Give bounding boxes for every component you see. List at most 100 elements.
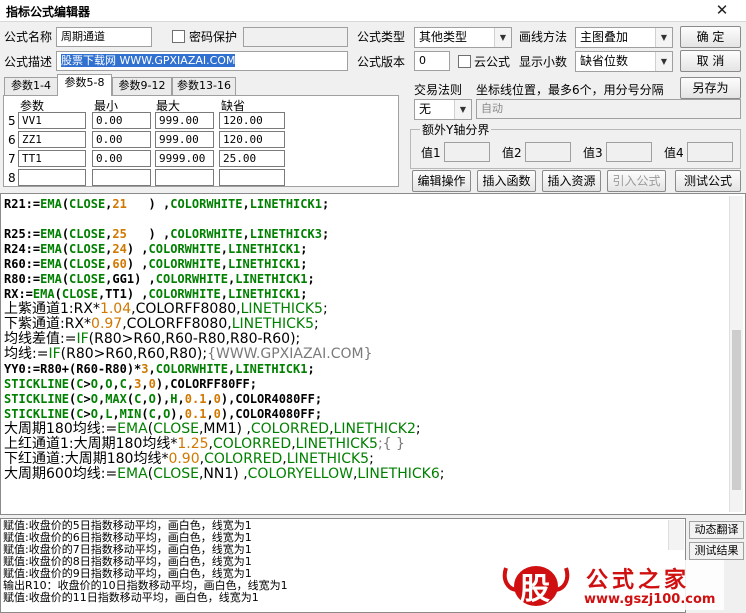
code-token: 上紫通道1:RX* [4, 301, 100, 317]
insert-function-button[interactable]: 插入函数 [477, 170, 536, 192]
formula-desc-input[interactable]: 股票下载网 WWW.GPXIAZAI.COM [56, 51, 348, 71]
draw-method-value: 主图叠加 [580, 30, 629, 44]
code-line: R25:=EMA(CLOSE,25 ) ,COLORWHITE,LINETHIC… [4, 227, 329, 242]
param-default-cell[interactable] [219, 169, 285, 186]
code-token: R21:= [4, 197, 41, 211]
code-token: C [119, 377, 127, 391]
code-token: LINETHICK6 [357, 466, 440, 482]
code-token: LINETHICK1 [228, 257, 301, 271]
code-token: O [90, 377, 98, 391]
formula-name-input[interactable]: 周期通道 [56, 27, 152, 47]
param-name-cell[interactable]: TT1 [18, 150, 86, 167]
code-token: ) , [126, 227, 171, 241]
code-token: ; [300, 287, 308, 301]
password-label: 密码保护 [189, 30, 238, 44]
password-checkbox[interactable] [172, 30, 185, 43]
ok-button[interactable]: 确 定 [680, 26, 741, 48]
insert-resource-button[interactable]: 插入资源 [542, 170, 601, 192]
code-token: ; [369, 451, 374, 467]
edit-operations-button[interactable]: 编辑操作 [412, 170, 471, 192]
code-token: 大周期600均线:= [4, 466, 118, 482]
output-scrollbar[interactable] [668, 520, 684, 550]
coord-lines-input[interactable]: 自动 [476, 99, 741, 119]
code-token: O [90, 392, 98, 406]
code-token: ,TT1) , [97, 287, 149, 301]
code-token: CLOSE [153, 421, 199, 437]
code-token: STICKLINE [4, 392, 70, 406]
tab-params-1-4[interactable]: 参数1-4 [4, 77, 58, 95]
save-as-button[interactable]: 另存为 [680, 77, 741, 99]
password-input[interactable] [243, 27, 348, 47]
code-token: O [148, 392, 156, 406]
code-token: 1.25 [177, 436, 209, 452]
param-min-cell[interactable]: 0.00 [92, 131, 151, 148]
code-token: LINETHICK1 [235, 362, 308, 376]
draw-method-select[interactable]: 主图叠加 ▼ [575, 27, 673, 48]
cloud-formula-checkbox[interactable] [458, 55, 471, 68]
code-token: ,COLORFF8080, [122, 316, 232, 332]
code-token: LINETHICK5 [286, 451, 370, 467]
code-token: IF [48, 346, 61, 362]
trade-rule-select[interactable]: 无 ▼ [414, 99, 472, 120]
param-max-cell[interactable]: 999.00 [155, 112, 214, 129]
code-line: R80:=EMA(CLOSE,GG1) ,COLORWHITE,LINETHIC… [4, 272, 315, 287]
title-bar: 指标公式编辑器 ✕ [0, 0, 746, 22]
code-token: EMA [32, 287, 55, 301]
code-token: 60 [112, 257, 127, 271]
code-line: YY0:=R80+(R60-R80)*3,COLORWHITE,LINETHIC… [4, 362, 315, 377]
code-token: ) , [126, 197, 171, 211]
code-token: ( [61, 272, 70, 286]
code-token: ( [141, 407, 149, 421]
yaxis-value4-label: 值4 [664, 146, 684, 160]
draw-method-label: 画线方法 [519, 30, 568, 44]
code-token: ( [61, 227, 70, 241]
dynamic-translate-button[interactable]: 动态翻译 [689, 521, 744, 539]
code-token: ) , [126, 257, 149, 271]
import-formula-button[interactable]: 引入公式 [607, 170, 666, 192]
decimals-select[interactable]: 缺省位数 ▼ [575, 51, 673, 72]
yaxis-value2-input[interactable] [525, 142, 571, 162]
code-token: ; [321, 227, 330, 241]
code-token: LINETHICK5 [231, 316, 315, 332]
param-min-cell[interactable]: 0.00 [92, 112, 151, 129]
code-token: 均线:= [4, 346, 49, 362]
param-max-cell[interactable] [155, 169, 214, 186]
param-min-cell[interactable] [92, 169, 151, 186]
tab-params-9-12[interactable]: 参数9-12 [112, 77, 172, 95]
code-token: , [141, 392, 149, 406]
code-token: ; [321, 197, 330, 211]
code-token: 0 [213, 392, 221, 406]
close-icon[interactable]: ✕ [708, 1, 736, 20]
formula-version-input[interactable]: 0 [414, 51, 450, 71]
tab-params-13-16[interactable]: 参数13-16 [172, 77, 236, 95]
param-name-cell[interactable] [18, 169, 86, 186]
param-name-cell[interactable]: ZZ1 [18, 131, 86, 148]
code-token: , [220, 287, 229, 301]
code-token: , [112, 407, 120, 421]
yaxis-value3-input[interactable] [606, 142, 652, 162]
formula-type-select[interactable]: 其他类型 ▼ [414, 27, 512, 48]
param-name-cell[interactable]: VV1 [18, 112, 86, 129]
code-line: STICKLINE(C>O,L,MIN(C,O),0.1,0),COLOR408… [4, 407, 322, 422]
test-formula-button[interactable]: 测试公式 [675, 170, 741, 192]
yaxis-value4-input[interactable] [687, 142, 733, 162]
code-line: 大周期600均线:=EMA(CLOSE,NN1) ,COLORYELLOW,LI… [4, 467, 444, 482]
param-default-cell[interactable]: 120.00 [219, 112, 285, 129]
param-max-cell[interactable]: 9999.00 [155, 150, 214, 167]
code-token: STICKLINE [4, 377, 70, 391]
cancel-button[interactable]: 取 消 [680, 50, 741, 72]
tab-params-5-8[interactable]: 参数5-8 [57, 74, 112, 96]
code-line: STICKLINE(C>O,O,C,3,0),COLORFF80FF; [4, 377, 257, 392]
yaxis-value1-input[interactable] [444, 142, 490, 162]
code-line: 下紫通道:RX*0.97,COLORFF8080,LINETHICK5; [4, 317, 319, 332]
code-token: , [206, 392, 214, 406]
param-min-cell[interactable]: 0.00 [92, 150, 151, 167]
test-result-button[interactable]: 测试结果 [689, 542, 744, 560]
param-default-cell[interactable]: 25.00 [219, 150, 285, 167]
param-default-cell[interactable]: 120.00 [219, 131, 285, 148]
code-token: COLORRED [204, 451, 283, 467]
param-max-cell[interactable]: 999.00 [155, 131, 214, 148]
code-token: R25:= [4, 227, 41, 241]
code-line: 均线:=IF(R80>R60,R60,R80);{WWW.GPXIAZAI.CO… [4, 347, 373, 362]
editor-scrollbar-thumb[interactable] [732, 330, 741, 490]
